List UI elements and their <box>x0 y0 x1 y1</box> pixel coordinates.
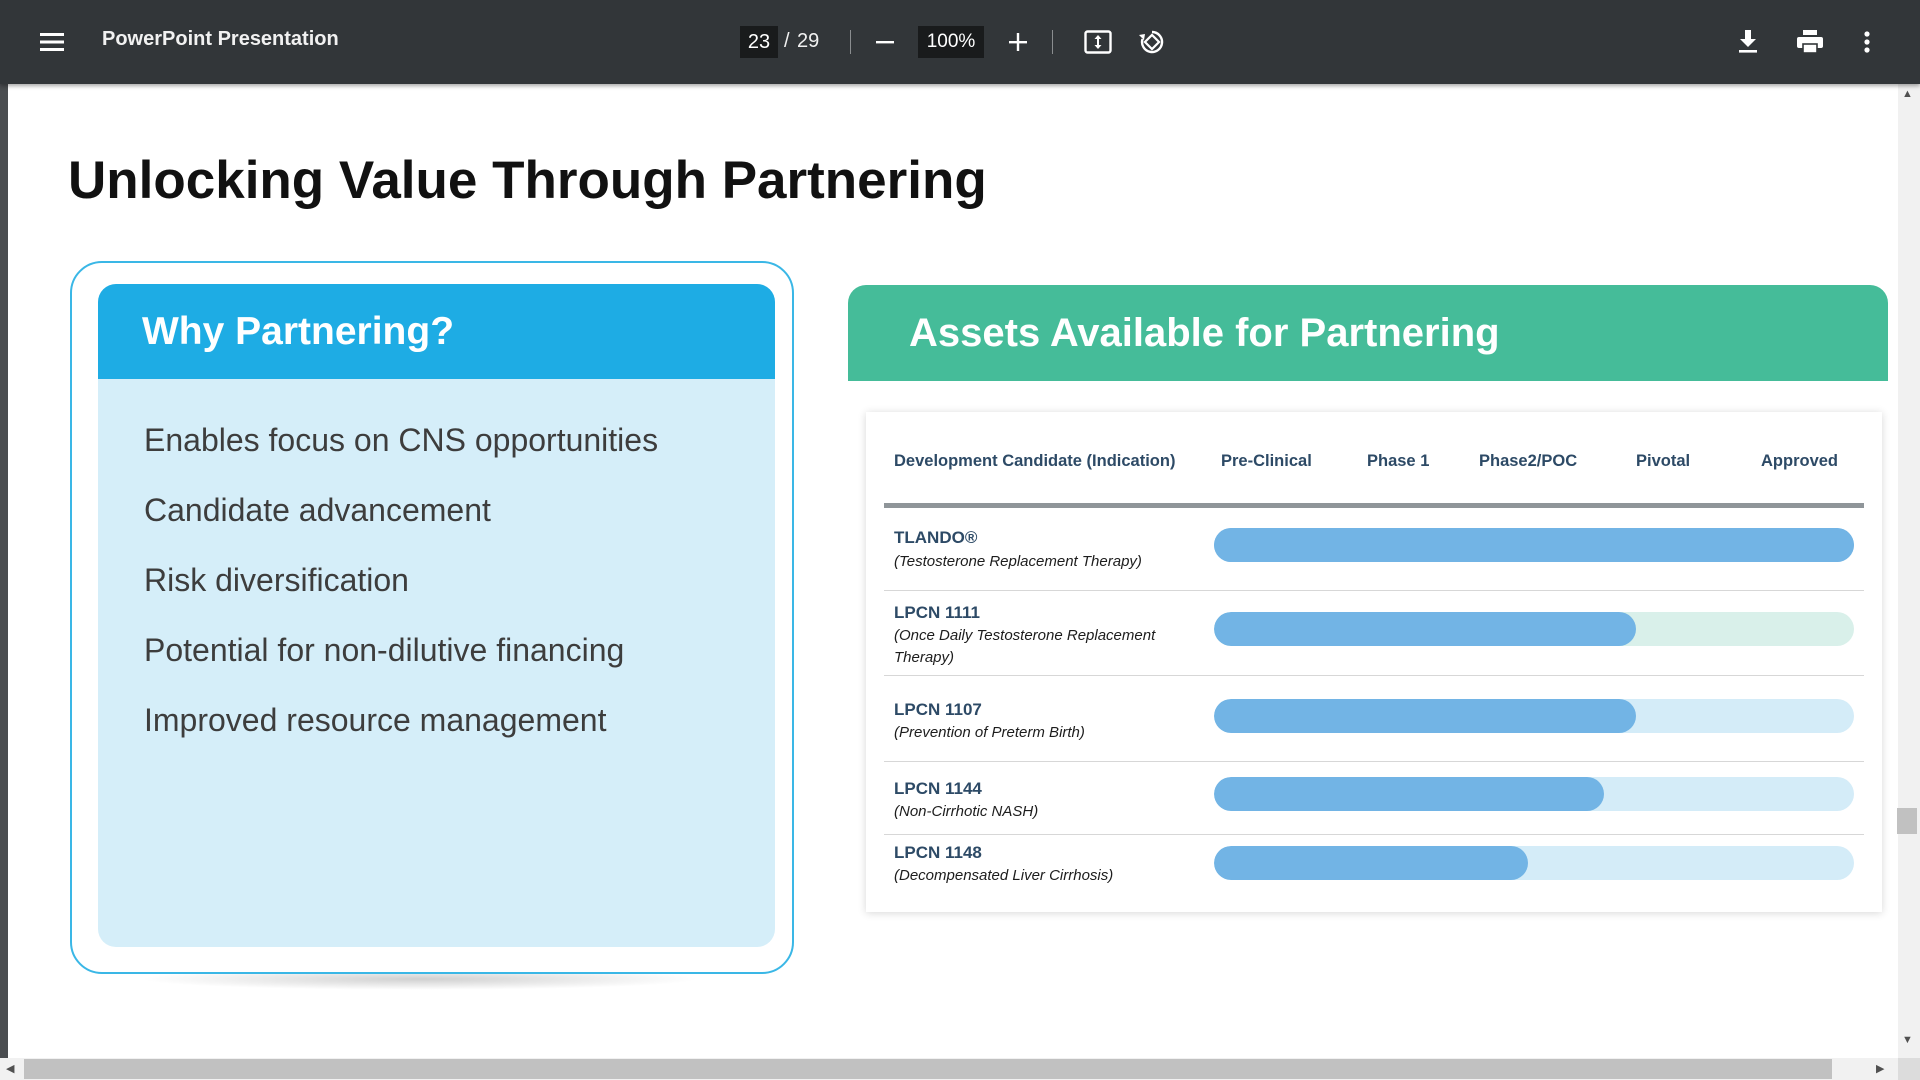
row-separator <box>884 761 1864 762</box>
row-separator <box>884 834 1864 835</box>
column-header-pivotal: Pivotal <box>1636 452 1691 470</box>
progress-fill <box>1214 612 1637 646</box>
assets-header: Assets Available for Partnering <box>848 285 1888 381</box>
toolbar-divider <box>1052 30 1053 54</box>
candidate-indication: (Once Daily Testosterone Replacement The… <box>894 627 1156 666</box>
candidate-name: LPCN 1107 <box>894 700 982 719</box>
page-number-input[interactable]: 23 <box>740 26 778 58</box>
more-vert-icon <box>1864 31 1870 53</box>
zoom-level-input[interactable]: 100% <box>918 26 984 58</box>
zoom-in-icon <box>1009 33 1027 51</box>
progress-fill <box>1214 846 1528 880</box>
table-header-rule <box>884 503 1864 508</box>
candidate-indication: (Non-Cirrhotic NASH) <box>894 803 1039 820</box>
vertical-scrollbar-thumb[interactable] <box>1897 808 1917 834</box>
candidate-indication: (Decompensated Liver Cirrhosis) <box>894 867 1114 884</box>
document-title: PowerPoint Presentation <box>102 28 339 50</box>
print-button[interactable] <box>1790 22 1830 62</box>
candidate-name: LPCN 1111 <box>894 603 981 622</box>
why-partnering-title: Why Partnering? <box>142 309 455 353</box>
zoom-out-button[interactable] <box>868 22 902 62</box>
download-icon <box>1739 30 1757 53</box>
row-separator <box>884 675 1864 676</box>
assets-title: Assets Available for Partnering <box>909 310 1500 355</box>
print-icon <box>1797 30 1823 54</box>
progress-track <box>1214 528 1854 562</box>
candidate-name: TLANDO® <box>894 528 978 547</box>
download-button[interactable] <box>1730 22 1766 62</box>
scrollbar-corner <box>1898 1058 1920 1080</box>
zoom-out-icon <box>876 41 894 44</box>
progress-fill <box>1214 528 1854 562</box>
scroll-up-arrow-icon[interactable]: ▲ <box>1902 88 1913 100</box>
column-header-candidate: Development Candidate (Indication) <box>894 452 1176 470</box>
candidate-indication: (Testosterone Replacement Therapy) <box>894 553 1142 570</box>
progress-fill <box>1214 699 1637 733</box>
zoom-in-button[interactable] <box>1000 22 1036 62</box>
progress-track <box>1214 699 1854 733</box>
slide-title: Unlocking Value Through Partnering <box>68 151 987 210</box>
column-header-pre-clinical: Pre-Clinical <box>1221 452 1312 470</box>
scroll-left-arrow-icon[interactable]: ◀ <box>6 1062 14 1075</box>
candidate-name: LPCN 1144 <box>894 779 982 798</box>
column-header-phase-1: Phase 1 <box>1367 452 1430 470</box>
fit-to-page-icon <box>1084 30 1112 54</box>
scroll-down-arrow-icon[interactable]: ▼ <box>1902 1034 1913 1046</box>
why-partnering-panel: Why Partnering? Enables focus on CNS opp… <box>98 284 775 947</box>
row-separator <box>884 590 1864 591</box>
scroll-right-arrow-icon[interactable]: ▶ <box>1876 1062 1884 1075</box>
horizontal-scrollbar-thumb[interactable] <box>24 1059 1832 1079</box>
toolbar-divider <box>850 30 851 54</box>
candidate-name: LPCN 1148 <box>894 843 982 862</box>
viewer-left-edge <box>0 84 8 1060</box>
why-item: Enables focus on CNS opportunities <box>144 422 659 458</box>
column-header-approved: Approved <box>1761 452 1839 470</box>
menu-button[interactable] <box>34 22 70 62</box>
page-total: 29 <box>797 30 820 52</box>
rotate-icon <box>1139 30 1164 54</box>
why-item: Candidate advancement <box>144 492 491 528</box>
fit-to-page-button[interactable] <box>1078 22 1118 62</box>
rotate-button[interactable] <box>1132 22 1172 62</box>
progress-track <box>1214 846 1854 880</box>
progress-fill <box>1214 777 1605 811</box>
page-separator: / <box>784 30 790 52</box>
progress-track <box>1214 777 1854 811</box>
more-options-button[interactable] <box>1852 22 1882 62</box>
pdf-toolbar: PowerPoint Presentation 23 / 29 100% <box>0 0 1920 84</box>
why-item: Risk diversification <box>144 562 409 598</box>
vertical-scrollbar[interactable] <box>1898 84 1920 1060</box>
menu-icon <box>40 33 64 51</box>
progress-track <box>1214 612 1854 646</box>
why-partnering-header: Why Partnering? <box>98 284 775 379</box>
why-item: Improved resource management <box>144 702 607 738</box>
column-header-phase2-poc: Phase2/POC <box>1479 452 1578 470</box>
why-item: Potential for non-dilutive financing <box>144 632 625 668</box>
candidate-indication: (Prevention of Preterm Birth) <box>894 724 1085 741</box>
